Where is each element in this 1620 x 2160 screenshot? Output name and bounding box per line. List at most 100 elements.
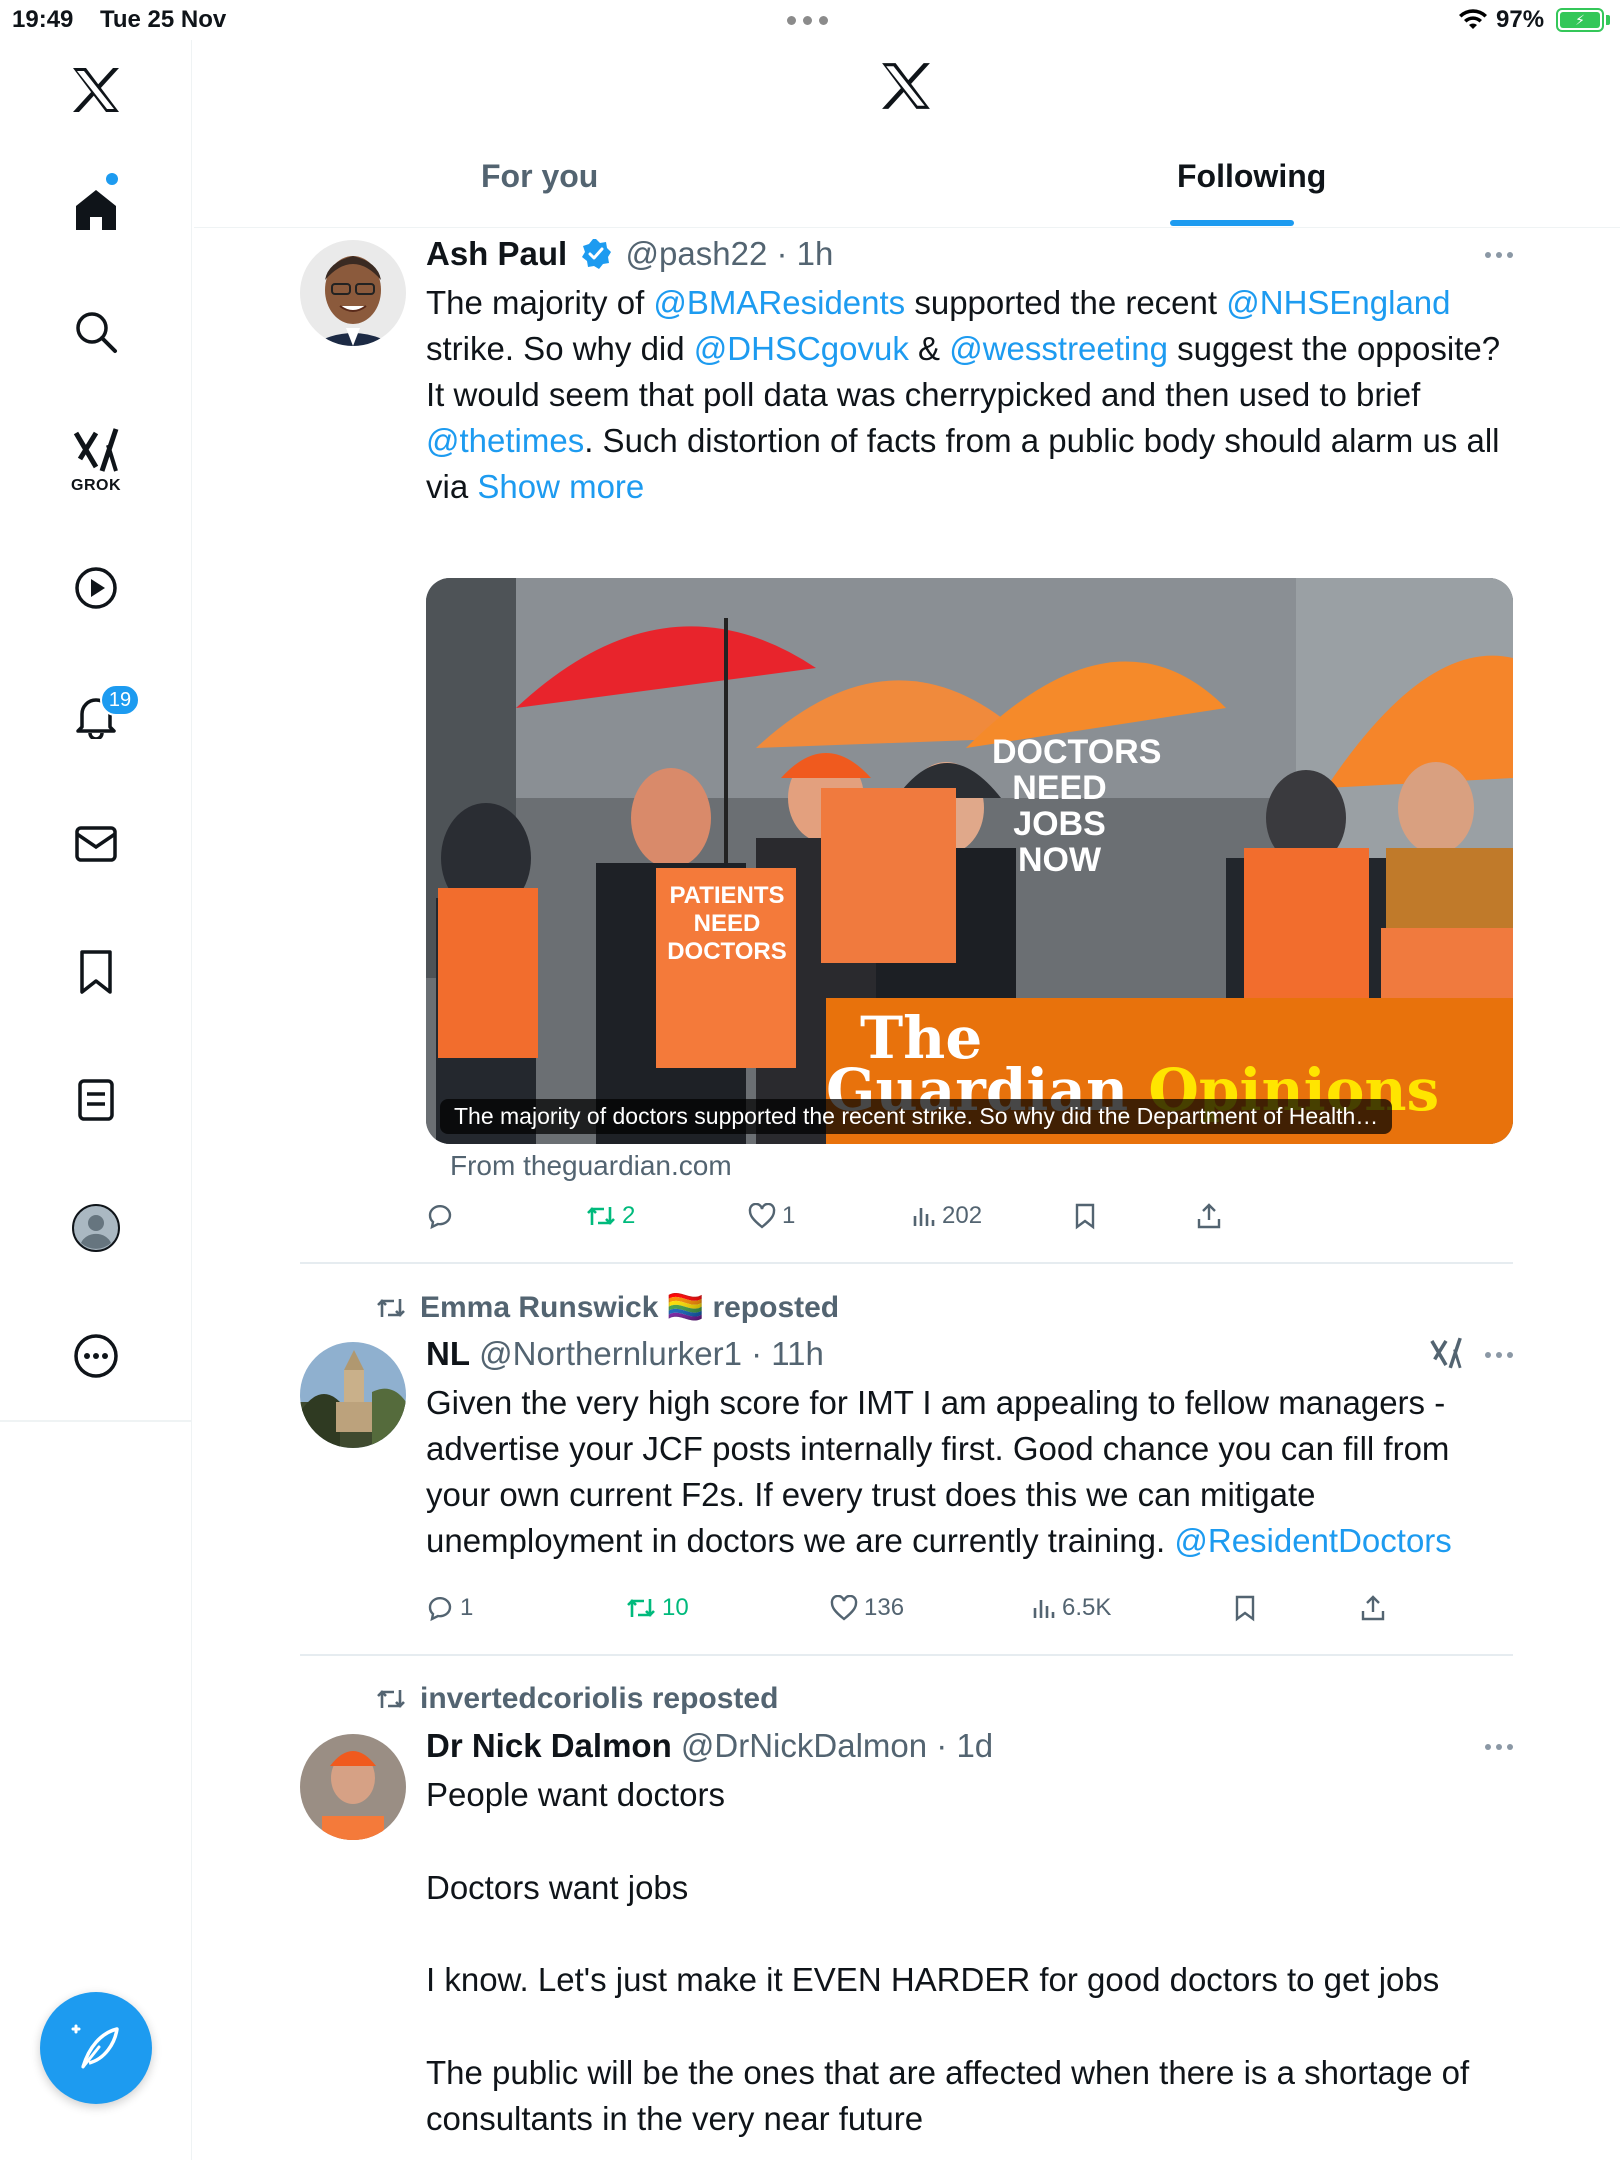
bookmarks-icon[interactable] bbox=[66, 942, 126, 1002]
reply-icon bbox=[428, 1596, 452, 1622]
share-button[interactable] bbox=[1360, 1594, 1386, 1622]
verified-badge-icon bbox=[582, 239, 612, 269]
reply-button[interactable] bbox=[426, 1202, 460, 1230]
repost-icon bbox=[627, 1599, 655, 1617]
tweet-actions: 2 1 202 bbox=[426, 1202, 1426, 1242]
tweet-text-segment: People want doctors bbox=[426, 1776, 726, 1813]
author-handle[interactable]: @DrNickDalmon bbox=[681, 1727, 927, 1764]
grok-icon[interactable] bbox=[66, 420, 126, 480]
tweet-text-segment: suggest the opposite? bbox=[1167, 330, 1501, 367]
status-date: Tue 25 Nov bbox=[100, 6, 227, 33]
reposted-by[interactable]: Emma Runswick 🏳️‍🌈 reposted bbox=[420, 1290, 839, 1325]
views-button[interactable]: 202 bbox=[912, 1202, 982, 1230]
tweet-time: · 1h bbox=[776, 235, 834, 272]
tweet-text-segment: The majority of bbox=[426, 284, 654, 321]
search-icon[interactable] bbox=[66, 302, 126, 362]
tab-for-you[interactable]: For you bbox=[481, 158, 598, 195]
home-unread-dot bbox=[106, 173, 118, 185]
avatar-dr-nick-dalmon[interactable] bbox=[300, 1734, 406, 1840]
wifi-icon bbox=[1459, 9, 1487, 29]
tweet-text-segment: Doctors want jobs bbox=[426, 1868, 689, 1906]
profile-avatar-icon[interactable] bbox=[66, 1198, 126, 1258]
x-header-logo-icon bbox=[880, 62, 932, 115]
repost-context-icon bbox=[377, 1298, 405, 1317]
sign-text: DOCTORS NEED JOBS NOW bbox=[992, 733, 1162, 879]
active-tab-indicator bbox=[1170, 220, 1294, 226]
author-handle[interactable]: @pash22 bbox=[626, 235, 768, 272]
tweet-text: People want doctors Doctors want jobs I kn… bbox=[426, 1772, 1513, 2142]
author-name[interactable]: NL bbox=[426, 1335, 470, 1372]
like-button[interactable]: 136 bbox=[830, 1594, 904, 1622]
like-count: 136 bbox=[864, 1594, 905, 1621]
lists-icon[interactable] bbox=[66, 1070, 126, 1130]
card-caption: The majority of doctors supported the re… bbox=[440, 1099, 1393, 1134]
views-count: 202 bbox=[942, 1202, 983, 1229]
author-handle[interactable]: @Northernlurker1 bbox=[479, 1335, 742, 1372]
tweet-text-segment: It would seem that poll data was cherryp… bbox=[426, 376, 1421, 413]
mention-link[interactable]: @wesstreeting bbox=[949, 330, 1168, 367]
video-play-icon[interactable] bbox=[66, 558, 126, 618]
bookmark-button[interactable] bbox=[1234, 1594, 1256, 1622]
avatar-nl[interactable] bbox=[300, 1342, 406, 1448]
views-button[interactable]: 6.5K bbox=[1032, 1594, 1111, 1622]
repost-context: invertedcoriolis reposted bbox=[376, 1682, 778, 1716]
sidebar-divider bbox=[0, 1420, 192, 1422]
tab-following[interactable]: Following bbox=[1177, 158, 1326, 195]
reposted-by[interactable]: invertedcoriolis reposted bbox=[420, 1682, 778, 1716]
tweet-more-icon[interactable] bbox=[1485, 1352, 1513, 1358]
status-bar: 19:49 Tue 25 Nov 97% ⚡ bbox=[0, 0, 1620, 40]
home-icon[interactable] bbox=[66, 180, 126, 240]
bookmark-button[interactable] bbox=[1074, 1202, 1096, 1230]
repost-button[interactable]: 10 bbox=[626, 1594, 689, 1622]
avatar-ash-paul[interactable] bbox=[300, 240, 406, 346]
status-time: 19:49 bbox=[12, 6, 74, 33]
author-name[interactable]: Dr Nick Dalmon bbox=[426, 1727, 672, 1764]
tweet-time: · 11h bbox=[751, 1335, 824, 1372]
show-more-link[interactable]: Show more bbox=[477, 468, 644, 505]
tweet-text-segment: & bbox=[908, 330, 950, 367]
card-source[interactable]: From theguardian.com bbox=[450, 1150, 732, 1182]
x-logo-icon[interactable] bbox=[66, 60, 126, 120]
tweet-text: Given the very high score for IMT I am a… bbox=[426, 1380, 1513, 1564]
tweet-more-icon[interactable] bbox=[1485, 252, 1513, 258]
notifications-badge: 19 bbox=[100, 684, 140, 716]
more-options-icon[interactable] bbox=[66, 1326, 126, 1386]
share-button[interactable] bbox=[1196, 1202, 1222, 1230]
mention-link[interactable]: @NHSEngland bbox=[1226, 284, 1450, 321]
reply-button[interactable]: 1 bbox=[426, 1594, 473, 1622]
tweet-text-segment: strike. So why did bbox=[426, 330, 694, 367]
tweet-header: Dr Nick Dalmon @DrNickDalmon · 1d bbox=[426, 1724, 1513, 1768]
tweet-dr-nick-dalmon[interactable]: invertedcoriolis reposted Dr Nick Dalmon… bbox=[300, 1682, 1513, 2160]
reply-count: 1 bbox=[460, 1594, 474, 1621]
tweet-northernlurker[interactable]: Emma Runswick 🏳️‍🌈 reposted NL @Northern… bbox=[300, 1290, 1513, 1645]
sidebar: GROK 19 bbox=[0, 40, 192, 2160]
tweet-header: Ash Paul @pash22 · 1h bbox=[426, 232, 1513, 276]
tweet-actions: 1 10 136 6.5K bbox=[426, 1594, 1426, 1634]
tweet-text: The majority of @BMAResidents supported … bbox=[426, 280, 1513, 510]
tweet-ash-paul[interactable]: Ash Paul @pash22 · 1h The majority of @B… bbox=[300, 232, 1513, 1262]
messages-envelope-icon[interactable] bbox=[66, 814, 126, 874]
tweet-divider bbox=[300, 1654, 1513, 1656]
mention-link[interactable]: @DHSCgovuk bbox=[694, 330, 909, 367]
mention-link[interactable]: @thetimes bbox=[426, 422, 584, 459]
link-card-image[interactable]: The Guardian Opinions DOCTORS NEED JOBS … bbox=[426, 578, 1513, 1144]
repost-button[interactable]: 2 bbox=[586, 1202, 635, 1230]
tweet-text-segment: supported the recent bbox=[905, 284, 1227, 321]
like-count: 1 bbox=[782, 1202, 796, 1229]
repost-count: 2 bbox=[622, 1202, 636, 1229]
share-icon bbox=[1197, 1203, 1221, 1229]
repost-context-icon bbox=[377, 1690, 405, 1708]
multitasking-dots-icon[interactable] bbox=[787, 16, 828, 25]
tweet-more-icon[interactable] bbox=[1485, 1744, 1513, 1750]
mention-link[interactable]: @ResidentDoctors bbox=[1174, 1522, 1451, 1559]
like-button[interactable]: 1 bbox=[748, 1202, 795, 1230]
bookmark-icon bbox=[1235, 1595, 1255, 1622]
grok-explain-icon[interactable] bbox=[1429, 1336, 1463, 1375]
timeline-header: For you Following bbox=[194, 40, 1620, 228]
grok-label: GROK bbox=[71, 477, 121, 494]
tweet-header: NL @Northernlurker1 · 11h bbox=[426, 1332, 1513, 1376]
mention-link[interactable]: @BMAResidents bbox=[653, 284, 905, 321]
compose-post-button[interactable] bbox=[40, 1992, 152, 2104]
tweet-divider bbox=[300, 1262, 1513, 1264]
author-name[interactable]: Ash Paul bbox=[426, 235, 567, 272]
